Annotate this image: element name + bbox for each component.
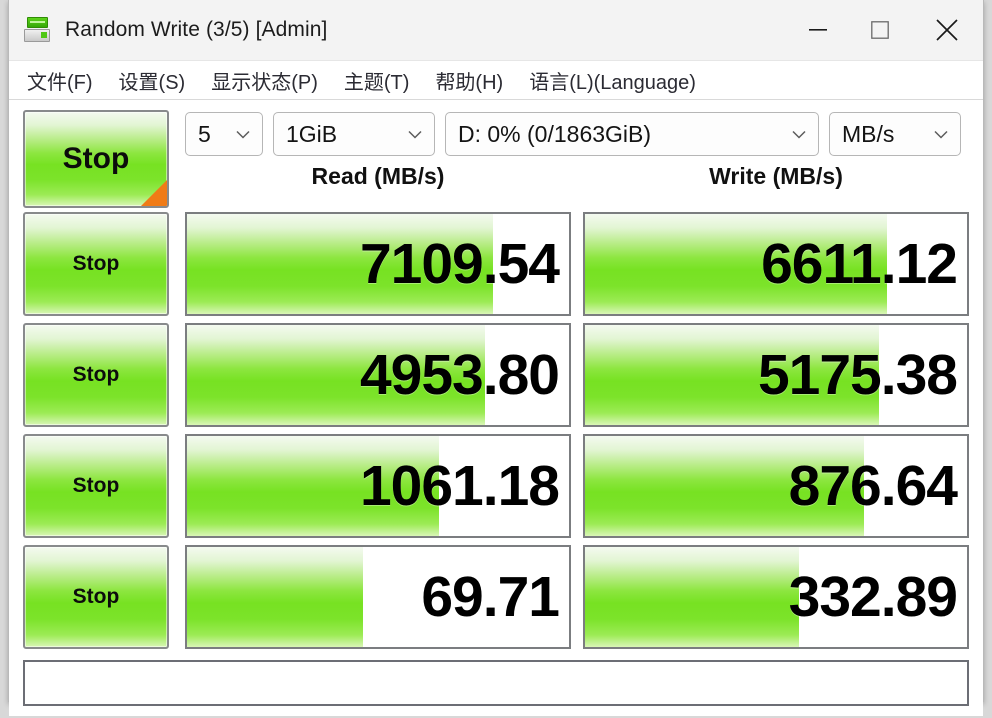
unit-value: MB/s xyxy=(842,120,895,147)
progress-corner-icon xyxy=(141,180,167,206)
main-content: Stop 5 1GiB D: 0% (0/1863GiB) MB/s Read … xyxy=(9,100,983,716)
test-size-select[interactable]: 1GiB xyxy=(273,112,435,156)
test-button-label: Stop xyxy=(72,252,120,275)
column-headers: Read (MB/s) Write (MB/s) xyxy=(185,158,969,194)
drive-select[interactable]: D: 0% (0/1863GiB) xyxy=(445,112,819,156)
read-value: 69.71 xyxy=(421,564,560,629)
menu-item-help[interactable]: 帮助(H) xyxy=(435,66,503,95)
read-value: 4953.80 xyxy=(359,342,560,407)
table-row: Stop 69.71 332.89 xyxy=(23,545,969,649)
close-icon[interactable] xyxy=(911,0,983,60)
table-row: Stop 1061.18 876.64 xyxy=(23,434,969,538)
write-value: 876.64 xyxy=(788,453,958,518)
read-bar-fill xyxy=(187,547,363,647)
read-value: 1061.18 xyxy=(359,453,560,518)
all-test-button[interactable]: Stop xyxy=(23,110,169,208)
test-button-row2[interactable]: Stop xyxy=(23,323,169,427)
test-size-value: 1GiB xyxy=(286,120,338,147)
chevron-down-icon[interactable] xyxy=(400,130,430,139)
table-row: Stop 7109.54 6611.12 xyxy=(23,212,969,316)
menu-item-display-status[interactable]: 显示状态(P) xyxy=(211,66,318,95)
test-button-label: Stop xyxy=(72,474,120,497)
table-row: Stop 4953.80 5175.38 xyxy=(23,323,969,427)
write-bar-fill xyxy=(585,547,799,647)
crystaldiskmark-window: Random Write (3/5) [Admin] 文件(F) 设置(S) 显… xyxy=(8,0,984,716)
write-value: 332.89 xyxy=(788,564,958,629)
write-result-bar-row3: 876.64 xyxy=(583,434,969,538)
write-result-bar-row4: 332.89 xyxy=(583,545,969,649)
test-count-value: 5 xyxy=(198,120,211,147)
test-button-label: Stop xyxy=(72,363,120,386)
toolbar-and-headers: 5 1GiB D: 0% (0/1863GiB) MB/s Read (MB/s… xyxy=(185,110,969,194)
window-controls xyxy=(787,0,983,60)
write-column-header: Write (MB/s) xyxy=(709,162,843,189)
read-result-bar-row3: 1061.18 xyxy=(185,434,571,538)
title-bar: Random Write (3/5) [Admin] xyxy=(9,0,983,61)
all-button-label: Stop xyxy=(62,142,130,175)
test-count-select[interactable]: 5 xyxy=(185,112,263,156)
test-button-row3[interactable]: Stop xyxy=(23,434,169,538)
menu-item-theme[interactable]: 主题(T) xyxy=(344,66,410,95)
read-value: 7109.54 xyxy=(359,231,560,296)
read-column-header: Read (MB/s) xyxy=(311,162,445,189)
chevron-down-icon[interactable] xyxy=(784,130,814,139)
all-button-column: Stop xyxy=(23,110,185,208)
menu-bar: 文件(F) 设置(S) 显示状态(P) 主题(T) 帮助(H) 语言(L)(La… xyxy=(9,61,983,100)
write-value: 6611.12 xyxy=(761,231,958,296)
read-result-bar-row4: 69.71 xyxy=(185,545,571,649)
write-result-bar-row1: 6611.12 xyxy=(583,212,969,316)
menu-item-language[interactable]: 语言(L)(Language) xyxy=(529,66,696,95)
test-button-row1[interactable]: Stop xyxy=(23,212,169,316)
menu-item-file[interactable]: 文件(F) xyxy=(27,66,93,95)
drive-value: D: 0% (0/1863GiB) xyxy=(458,120,652,147)
comment-input[interactable] xyxy=(23,660,969,706)
results-grid: Stop 7109.54 6611.12 Stop 4953.80 5175.3… xyxy=(23,212,969,656)
top-row: Stop 5 1GiB D: 0% (0/1863GiB) MB/s Read … xyxy=(23,110,969,208)
disk-drive-icon xyxy=(23,15,53,45)
write-value: 5175.38 xyxy=(757,342,958,407)
chevron-down-icon[interactable] xyxy=(926,130,956,139)
window-title: Random Write (3/5) [Admin] xyxy=(65,18,328,41)
test-button-row4[interactable]: Stop xyxy=(23,545,169,649)
maximize-icon[interactable] xyxy=(849,0,911,60)
unit-select[interactable]: MB/s xyxy=(829,112,961,156)
read-result-bar-row1: 7109.54 xyxy=(185,212,571,316)
minimize-icon[interactable] xyxy=(787,0,849,60)
write-result-bar-row2: 5175.38 xyxy=(583,323,969,427)
chevron-down-icon[interactable] xyxy=(228,130,258,139)
read-result-bar-row2: 4953.80 xyxy=(185,323,571,427)
test-button-label: Stop xyxy=(72,585,120,608)
menu-item-settings[interactable]: 设置(S) xyxy=(119,66,186,95)
toolbar: 5 1GiB D: 0% (0/1863GiB) MB/s xyxy=(185,110,969,158)
